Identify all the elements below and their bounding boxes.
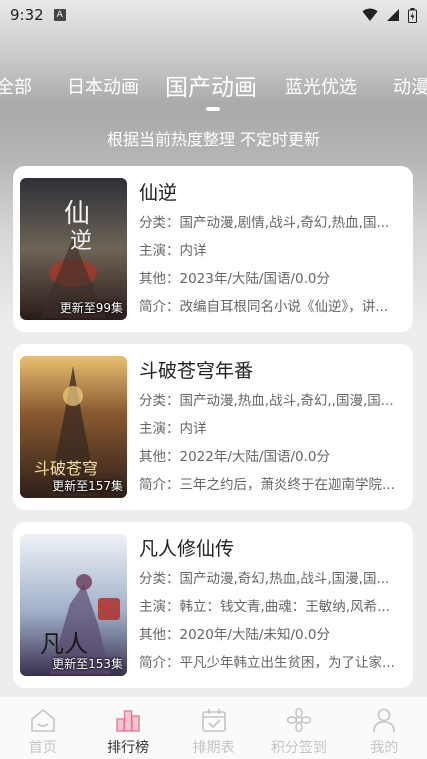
bottom-navigation: 首页 排行榜 排期表 积分签到 我的 xyxy=(0,697,427,759)
anime-category: 分类：国产动漫,剧情,战斗,奇幻,热血,国... xyxy=(139,215,390,231)
nav-label: 我的 xyxy=(370,740,399,756)
status-bar: 9:32 A xyxy=(0,0,427,30)
anime-other-info: 其他：2023年/大陆/国语/0.0分 xyxy=(139,271,330,287)
tab-bluray-picks[interactable]: 蓝光优选 xyxy=(285,70,357,106)
calendar-icon xyxy=(201,709,226,732)
nav-label: 排行榜 xyxy=(107,740,150,756)
anime-other-info: 其他：2020年/大陆/未知/0.0分 xyxy=(139,627,330,643)
status-time: 9:32 xyxy=(10,6,44,24)
nav-profile[interactable]: 我的 xyxy=(342,697,427,759)
category-tabs: 全部 日本动画 国产动画 蓝光优选 动漫 xyxy=(0,70,427,110)
profile-icon xyxy=(373,708,396,733)
wifi-icon xyxy=(362,8,378,21)
tab-chinese-anime[interactable]: 国产动画 xyxy=(165,70,257,106)
nav-ranking[interactable]: 排行榜 xyxy=(85,697,170,759)
anime-title[interactable]: 凡人修仙传 xyxy=(139,534,234,561)
poster-title-art: 仙 xyxy=(64,199,90,229)
poster-image[interactable]: 凡人 更新至153集 xyxy=(20,534,127,676)
anime-summary: 简介：三年之约后，萧炎终于在迦南学院... xyxy=(139,477,395,493)
ranking-subtitle: 根据当前热度整理 不定时更新 xyxy=(106,130,321,149)
anime-category: 分类：国产动漫,热血,战斗,奇幻,,国漫,国... xyxy=(139,393,394,409)
notification-icon: A xyxy=(53,9,66,21)
anime-cast: 主演：韩立：钱文青,曲魂：王敏纳,风希... xyxy=(139,599,390,615)
anime-title[interactable]: 斗破苍穹年番 xyxy=(139,356,253,383)
tab-all[interactable]: 全部 xyxy=(0,70,32,106)
svg-text:凡人: 凡人 xyxy=(40,630,88,658)
signal-icon xyxy=(387,9,399,21)
anime-summary: 简介：改编自耳根同名小说《仙逆》，讲... xyxy=(139,299,389,315)
checkin-icon xyxy=(286,707,312,733)
anime-summary: 简介：平凡少年韩立出生贫困，为了让家... xyxy=(139,655,395,671)
nav-home[interactable]: 首页 xyxy=(0,697,85,759)
anime-cast: 主演：内详 xyxy=(139,243,207,259)
anime-category: 分类：国产动漫,奇幻,热血,战斗,国漫,国... xyxy=(139,571,390,587)
anime-title[interactable]: 仙逆 xyxy=(139,178,177,205)
active-tab-indicator xyxy=(206,107,220,111)
anime-card[interactable]: 斗破苍穹 更新至157集 斗破苍穹年番 分类：国产动漫,热血,战斗,奇幻,,国漫… xyxy=(13,344,413,510)
ranking-icon xyxy=(116,710,140,732)
nav-label: 积分签到 xyxy=(270,740,327,756)
nav-checkin[interactable]: 积分签到 xyxy=(256,697,341,759)
nav-schedule[interactable]: 排期表 xyxy=(171,697,256,759)
poster-image[interactable]: 仙 逆 更新至99集 xyxy=(20,178,127,320)
nav-label: 排期表 xyxy=(192,740,235,756)
svg-text:斗破苍穹: 斗破苍穹 xyxy=(34,459,98,478)
anime-other-info: 其他：2022年/大陆/国语/0.0分 xyxy=(139,449,330,465)
battery-icon xyxy=(408,7,417,23)
svg-text:逆: 逆 xyxy=(70,229,92,254)
episode-badge: 更新至153集 xyxy=(52,657,123,671)
poster-image[interactable]: 斗破苍穹 更新至157集 xyxy=(20,356,127,498)
episode-badge: 更新至157集 xyxy=(52,479,123,493)
anime-card[interactable]: 仙 逆 更新至99集 仙逆 分类：国产动漫,剧情,战斗,奇幻,热血,国... 主… xyxy=(13,166,413,332)
episode-badge: 更新至99集 xyxy=(59,301,123,315)
nav-label: 首页 xyxy=(28,740,57,756)
home-icon xyxy=(30,708,55,732)
tab-anime[interactable]: 动漫 xyxy=(393,70,427,106)
anime-card[interactable]: 凡人 更新至153集 凡人修仙传 分类：国产动漫,奇幻,热血,战斗,国漫,国..… xyxy=(13,522,413,688)
anime-cast: 主演：内详 xyxy=(139,421,207,437)
tab-japanese-anime[interactable]: 日本动画 xyxy=(67,70,139,106)
